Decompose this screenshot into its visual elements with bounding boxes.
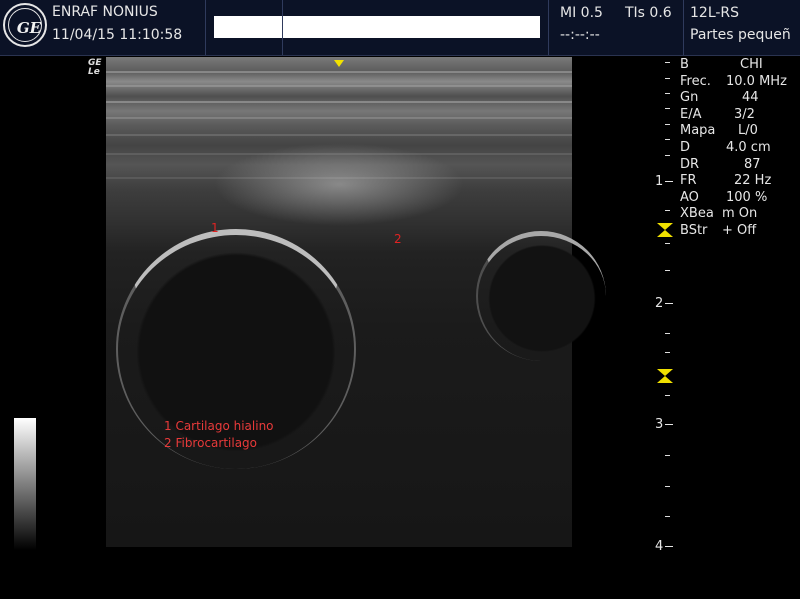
param-row: BStr + Off (680, 222, 757, 238)
annotation-label-2: 2 (394, 232, 402, 246)
acquisition-parameters: B CHI Frec. 10.0 MHz Gn 44 E/A 3/2 Mapa L/0 D… (680, 57, 787, 240)
annotation-legend: 1 Cartilago hialino 2 Fibrocartilago (164, 418, 274, 452)
param-row: DR 87 (680, 156, 761, 172)
exam-preset: Partes pequeñ (690, 27, 791, 43)
bone-surface (476, 231, 606, 361)
focus-marker-icon[interactable] (657, 223, 673, 237)
exam-datetime: 11/04/15 11:10:58 (52, 27, 183, 43)
depth-label-4: 4 (655, 539, 673, 554)
legend-item-1: 1 Cartilago hialino (164, 419, 274, 433)
top-header: GE ENRAF NONIUS 11/04/15 11:10:58 MI 0.5… (0, 0, 800, 56)
param-row: Frec. 10.0 MHz (680, 73, 787, 89)
param-row: Gn 44 (680, 90, 759, 106)
grayscale-bar (14, 418, 36, 550)
mechanical-index: MI 0.5 (560, 5, 603, 21)
depth-label-3: 3 (655, 417, 673, 432)
param-row: B CHI (680, 57, 763, 72)
param-row: E/A 3/2 (680, 106, 755, 122)
ultrasound-image[interactable] (106, 57, 606, 547)
brand-name: ENRAF NONIUS (52, 4, 158, 20)
legend-item-2: 2 Fibrocartilago (164, 436, 258, 450)
probe-orientation-marker-icon (334, 60, 344, 67)
focus-marker-icon[interactable] (657, 369, 673, 383)
depth-label-2: 2 (655, 296, 673, 311)
param-row: AO 100 % (680, 189, 768, 205)
depth-label-1: 1 (655, 174, 673, 189)
param-row: D 4.0 cm (680, 139, 771, 155)
annotation-label-1: 1 (211, 221, 219, 235)
ge-logo-icon: GE (3, 3, 47, 47)
param-row: FR 22 Hz (680, 173, 772, 189)
patient-name-redacted (214, 16, 540, 38)
param-row: XBea m On (680, 206, 758, 222)
orientation-mark: GE Le (88, 58, 102, 77)
thermal-index: TIs 0.6 (625, 5, 672, 21)
param-row: Mapa L/0 (680, 123, 758, 139)
timer: --:--:-- (560, 27, 600, 43)
probe-name: 12L-RS (690, 5, 740, 21)
